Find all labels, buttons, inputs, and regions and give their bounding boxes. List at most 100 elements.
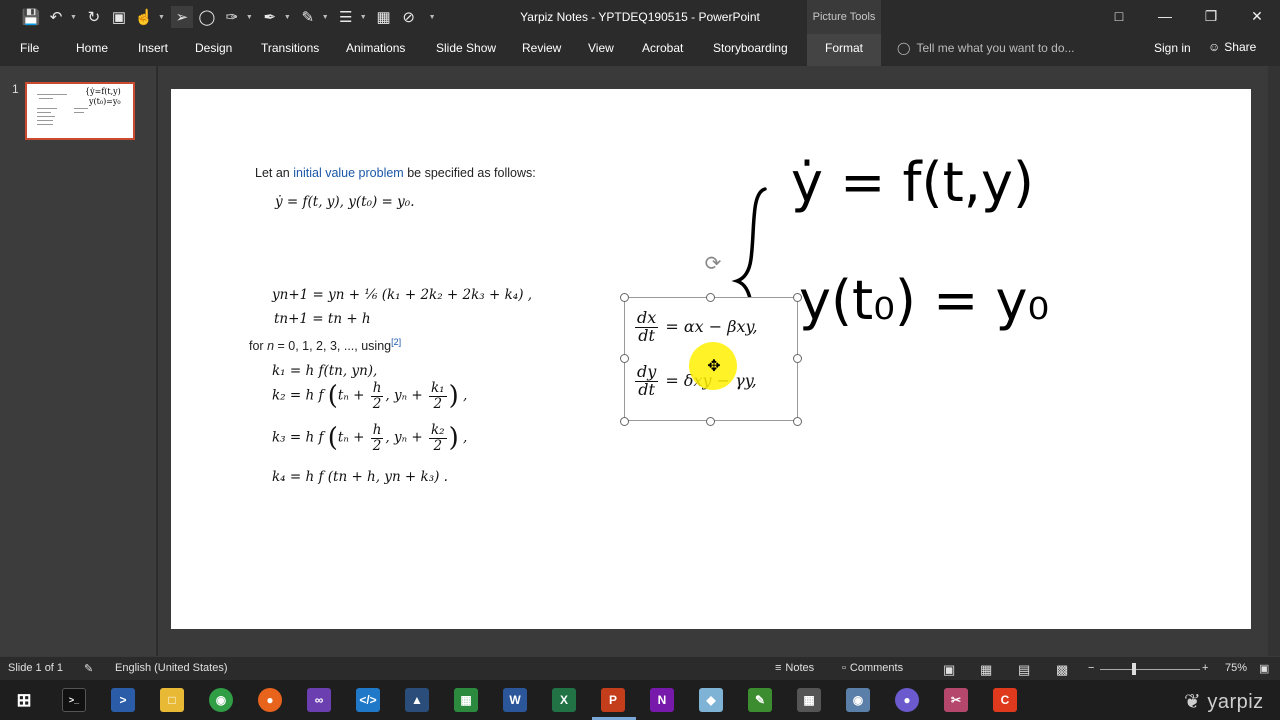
terminal-icon[interactable]: >_ [62,688,86,712]
share-button[interactable]: ☺ Share [1208,40,1256,54]
highlighter-dropdown-icon[interactable]: ▼ [284,14,291,21]
customize-qat-icon[interactable]: ▼ [429,14,436,21]
line-weight-dropdown-icon[interactable]: ▼ [360,14,367,21]
paint-icon[interactable]: ◉ [846,688,870,712]
redo-icon[interactable]: ↻ [83,6,105,28]
thumb-handwriting: {ẏ=f(t,y) [85,87,121,96]
zoom-out-icon[interactable]: − [1088,662,1094,674]
minimize-icon[interactable]: — [1142,0,1188,32]
reading-view-icon[interactable]: ▤ [1018,662,1030,678]
tab-home[interactable]: Home [76,41,108,55]
comment-icon: ▫ [842,662,846,674]
slide-show-icon[interactable]: ▩ [1056,662,1068,678]
restore-icon[interactable]: ❐ [1188,0,1234,32]
notes-button[interactable]: ≡ Notes [775,662,814,674]
tab-insert[interactable]: Insert [138,41,168,55]
zoom-in-icon[interactable]: + [1202,662,1208,674]
ink-color-dropdown-icon[interactable]: ▼ [322,14,329,21]
snipping-icon[interactable]: ✂ [944,688,968,712]
file-explorer-icon[interactable]: □ [160,688,184,712]
undo-icon[interactable]: ↶ [45,6,67,28]
comments-button[interactable]: ▫ Comments [842,662,903,674]
chrome-icon[interactable]: ◉ [209,688,233,712]
maps-icon[interactable]: ● [895,688,919,712]
eraser-icon[interactable]: ⊘ [398,6,420,28]
ivp-equation: ẏ = f(t, y), y(t₀) = y₀. [275,194,415,210]
resize-handle-right[interactable] [793,354,802,363]
select-pointer-icon[interactable]: ➢ [170,6,193,28]
citation-link[interactable]: [2] [391,337,401,347]
tab-animations[interactable]: Animations [346,41,405,55]
tell-me-placeholder: Tell me what you want to do... [916,41,1075,55]
rk4-k3: k₃ = h f (tₙ + h2, yₙ + k₂ 2) , [272,422,468,454]
line-weight-icon[interactable]: ☰ [335,6,357,28]
resize-handle-left[interactable] [620,354,629,363]
pen-icon[interactable]: ✑ [221,6,243,28]
tab-format[interactable]: Format [825,41,863,55]
comments-label: Comments [849,662,904,674]
matlab-icon[interactable]: ▲ [405,688,429,712]
tab-review[interactable]: Review [522,41,561,55]
tab-storyboarding[interactable]: Storyboarding [713,41,788,55]
onenote-icon[interactable]: N [650,688,674,712]
window-title: Yarpiz Notes - YPTDEQ190515 - PowerPoint [520,10,760,24]
tab-transitions[interactable]: Transitions [261,41,319,55]
highlighter-icon[interactable]: ✒ [259,6,281,28]
resize-handle-top[interactable] [706,293,715,302]
resize-handle-bottom[interactable] [706,417,715,426]
resize-handle-bottom-left[interactable] [620,417,629,426]
rk4-step-y: yn+1 = yn + ⅙ (k₁ + 2k₂ + 2k₃ + k₄) , [272,287,533,303]
resize-handle-bottom-right[interactable] [793,417,802,426]
calculator-icon[interactable]: ▦ [797,688,821,712]
thumb-line [37,112,51,113]
visual-studio-icon[interactable]: ∞ [307,688,331,712]
start-icon[interactable]: ⊞ [12,688,36,712]
tell-me-search[interactable]: ◯ Tell me what you want to do... [897,41,1075,55]
vertical-scrollbar[interactable] [1268,66,1280,656]
resize-handle-top-right[interactable] [793,293,802,302]
word-icon[interactable]: W [503,688,527,712]
slide-thumbnail[interactable]: {ẏ=f(t,y) y(t₀)=y₀ [25,82,135,140]
save-icon[interactable]: 💾 [20,6,42,28]
slide-sorter-icon[interactable]: ▦ [980,662,992,678]
pen-dropdown-icon[interactable]: ▼ [246,14,253,21]
sign-in-link[interactable]: Sign in [1154,41,1191,55]
language[interactable]: English (United States) [115,662,228,674]
tab-slide-show[interactable]: Slide Show [436,41,496,55]
start-from-beginning-icon[interactable]: ▣ [108,6,130,28]
undo-dropdown-icon[interactable]: ▼ [70,14,77,21]
zoom-slider[interactable] [1100,669,1200,670]
tab-view[interactable]: View [588,41,614,55]
excel-icon[interactable]: X [552,688,576,712]
normal-view-icon[interactable]: ▣ [943,662,955,678]
picture-tools-label: Picture Tools [812,11,876,23]
touch-mode-icon[interactable]: ☝ [133,6,155,28]
close-icon[interactable]: ✕ [1234,0,1280,32]
ribbon-display-options-icon[interactable]: □ [1096,0,1142,32]
fit-slide-icon[interactable]: ▣ [1259,662,1269,675]
ink-color-icon[interactable]: ✎ [297,6,319,28]
intro-prefix: Let an [255,166,294,180]
tab-acrobat[interactable]: Acrobat [642,41,683,55]
thumb-line [37,124,53,125]
zoom-slider-thumb[interactable] [1132,663,1136,675]
paint-3d-icon[interactable]: ◆ [699,688,723,712]
initial-value-problem-link[interactable]: initial value problem [293,166,403,180]
notepad-plus-icon[interactable]: ✎ [748,688,772,712]
touch-mode-dropdown-icon[interactable]: ▼ [158,14,165,21]
lasso-select-icon[interactable]: ◯ [196,6,218,28]
spell-check-icon[interactable]: ✎ [84,662,93,675]
zoom-level[interactable]: 75% [1225,662,1247,674]
ink-to-shape-icon[interactable]: ▦ [373,6,395,28]
rk4-for-text: for n = 0, 1, 2, 3, ..., using[2] [249,337,401,353]
tab-file[interactable]: File [20,41,39,55]
powerpoint-icon[interactable]: P [601,688,625,712]
tab-design[interactable]: Design [195,41,232,55]
vscode-icon[interactable]: </> [356,688,380,712]
rotate-handle-icon[interactable]: ⟳ [701,252,725,276]
powershell-icon[interactable]: > [111,688,135,712]
resize-handle-top-left[interactable] [620,293,629,302]
grid-app-icon[interactable]: ▦ [454,688,478,712]
camtasia-icon[interactable]: C [993,688,1017,712]
firefox-icon[interactable]: ● [258,688,282,712]
